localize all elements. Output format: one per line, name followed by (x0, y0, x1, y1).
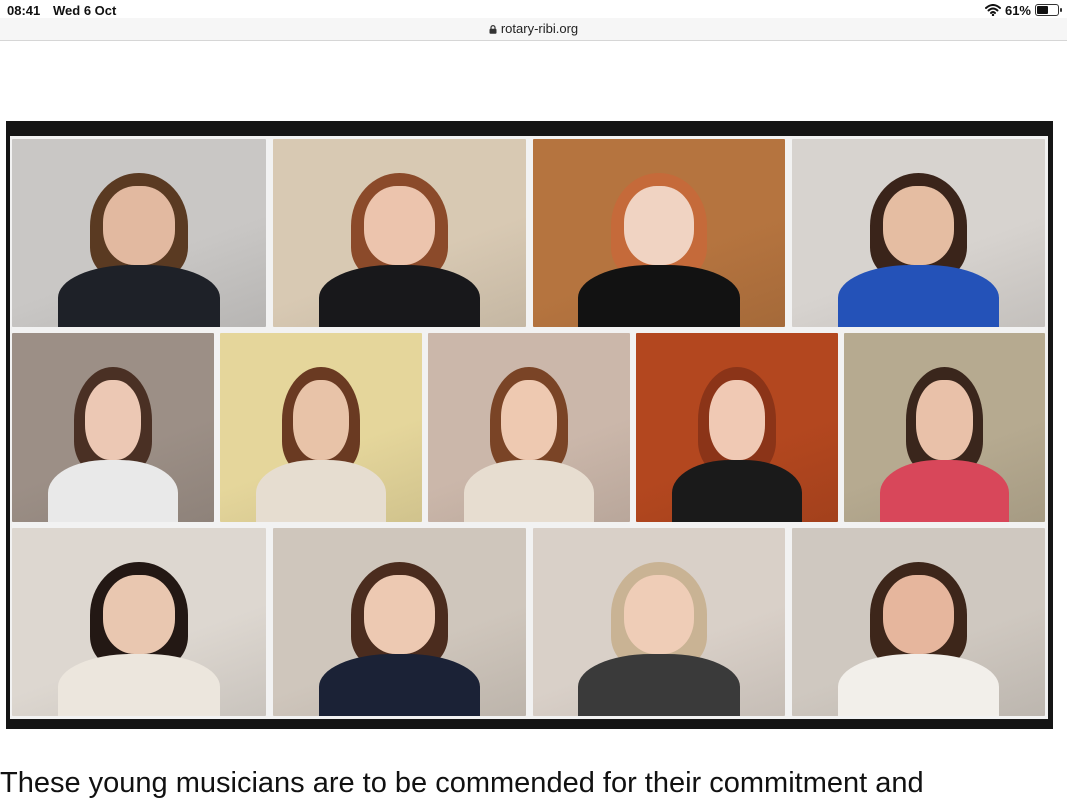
participant-face (916, 380, 973, 461)
participant-face (363, 575, 436, 655)
participant-face (623, 186, 695, 266)
participant-face (623, 575, 695, 655)
participant-face (500, 380, 558, 461)
wifi-icon (984, 4, 1001, 16)
url-display[interactable]: rotary-ribi.org (0, 21, 1067, 36)
participant-figure (48, 367, 178, 522)
participant-face (103, 186, 175, 266)
participant-face (363, 186, 436, 266)
url-text: rotary-ribi.org (500, 21, 579, 36)
participant-clothing (48, 460, 178, 522)
participant-tile (533, 528, 785, 716)
participant-face (708, 380, 766, 461)
participant-clothing (318, 265, 481, 327)
participant-clothing (578, 654, 740, 716)
participant-tile (792, 139, 1045, 327)
participant-clothing (880, 460, 1009, 522)
participant-clothing (837, 265, 1000, 327)
participant-clothing (837, 654, 1000, 716)
participant-tile (428, 333, 630, 522)
status-indicators: 61% (984, 2, 1062, 18)
participant-figure (578, 561, 740, 716)
battery-icon (1035, 4, 1062, 16)
status-bar: 08:41 Wed 6 Oct 61% (0, 0, 1067, 20)
participant-tile (220, 333, 422, 522)
participant-face (292, 380, 350, 461)
participant-tile (792, 528, 1045, 716)
battery-percent: 61% (1004, 2, 1031, 18)
participant-tile (273, 528, 526, 716)
participant-figure (880, 367, 1009, 522)
participant-face (882, 186, 955, 266)
participant-figure (837, 172, 1000, 327)
participant-face (882, 575, 955, 655)
status-time: 08:41 (7, 3, 41, 18)
participant-clothing (672, 460, 802, 522)
participant-figure (256, 367, 386, 522)
participant-figure (57, 172, 221, 327)
battery-fill (1037, 6, 1048, 14)
status-date: Wed 6 Oct (53, 3, 117, 18)
article-caption: These young musicians are to be commende… (0, 767, 924, 799)
participant-clothing (578, 265, 740, 327)
participant-clothing (256, 460, 386, 522)
participant-tile (636, 333, 838, 522)
participant-figure (837, 561, 1000, 716)
participant-figure (318, 172, 481, 327)
participant-figure (464, 367, 594, 522)
participant-face (84, 380, 142, 461)
participant-clothing (57, 265, 221, 327)
participant-tile (844, 333, 1045, 522)
participant-face (103, 575, 175, 655)
address-bar[interactable]: rotary-ribi.org (0, 18, 1067, 41)
participant-tile (12, 333, 214, 522)
participant-figure (672, 367, 802, 522)
participant-tile (273, 139, 526, 327)
participant-figure (57, 561, 221, 716)
participant-clothing (57, 654, 221, 716)
participant-tile (12, 528, 266, 716)
participant-tile (533, 139, 785, 327)
participant-figure (578, 172, 740, 327)
participant-clothing (464, 460, 594, 522)
participant-figure (318, 561, 481, 716)
participant-clothing (318, 654, 481, 716)
lock-icon (489, 25, 497, 34)
participant-tile (12, 139, 266, 327)
